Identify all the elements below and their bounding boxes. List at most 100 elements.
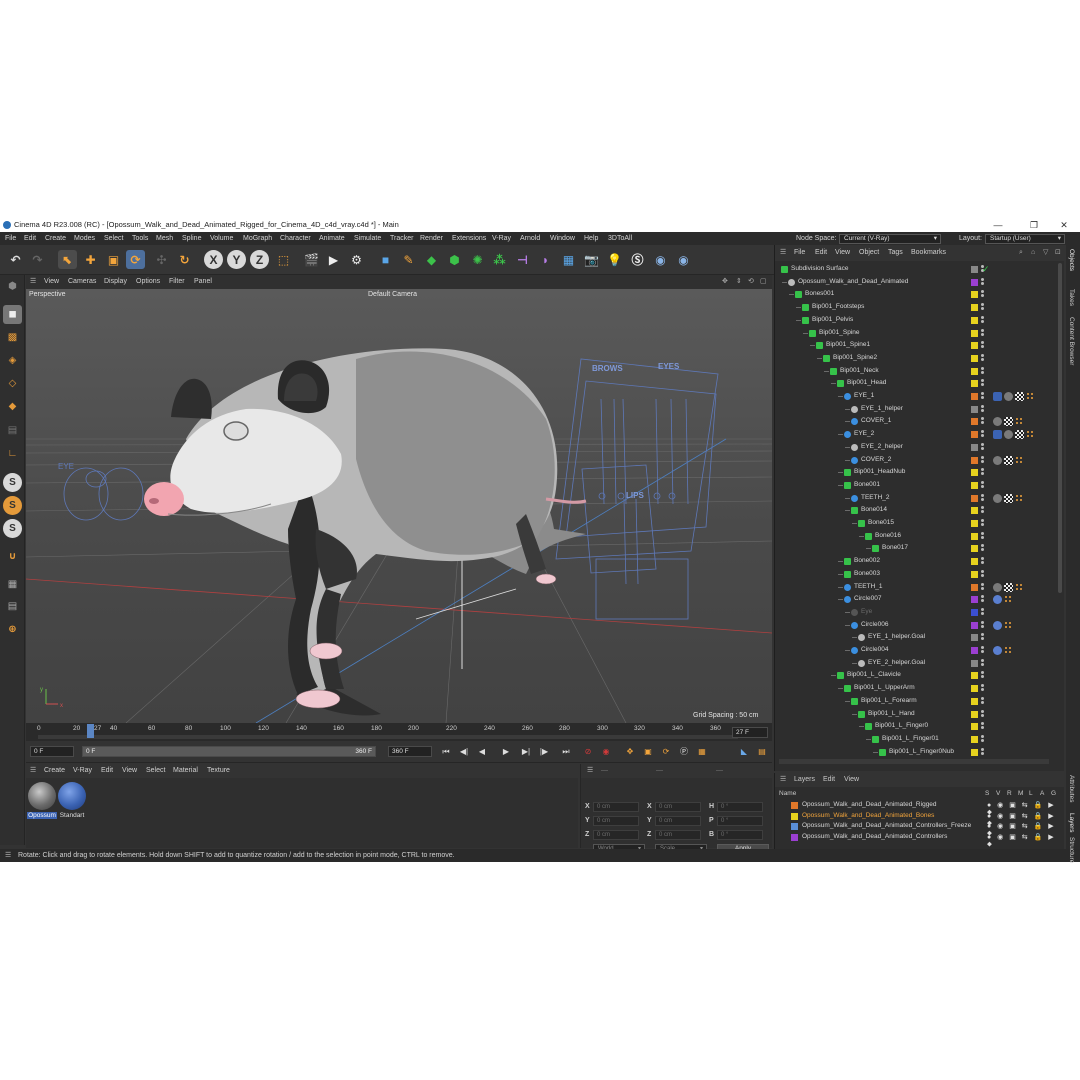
python-script-icon[interactable]: ◉ xyxy=(674,250,693,269)
menu-animate[interactable]: Animate xyxy=(319,232,345,245)
menu-extensions[interactable]: Extensions xyxy=(452,232,486,245)
visibility-dots[interactable] xyxy=(981,557,984,566)
deformer-icon[interactable]: ⊣ xyxy=(513,250,532,269)
vertex-map-tag-icon[interactable] xyxy=(1004,646,1013,655)
object-name[interactable]: Subdivision Surface xyxy=(791,263,848,276)
layer-color-swatch[interactable] xyxy=(971,545,978,553)
extrude-icon[interactable]: ⬢ xyxy=(445,250,464,269)
snap-s-icon[interactable]: S xyxy=(3,473,22,492)
key-scale-icon[interactable]: ▣ xyxy=(642,746,654,758)
menu-modes[interactable]: Modes xyxy=(74,232,95,245)
visibility-dots[interactable] xyxy=(981,455,984,465)
object-row[interactable]: Circle007 xyxy=(775,593,1055,606)
object-name[interactable]: Bip001_Spine xyxy=(819,327,859,340)
viewport-menu-view[interactable]: View xyxy=(44,275,59,289)
tab-objects[interactable]: Objects xyxy=(1068,249,1075,271)
layer-panel-icon[interactable]: ☰ xyxy=(780,773,786,787)
record-icon[interactable]: ⊘ xyxy=(582,746,594,758)
layer-color-swatch[interactable] xyxy=(971,520,978,527)
material-menu-create[interactable]: Create xyxy=(44,764,65,778)
start-frame-field[interactable]: 0 F xyxy=(30,746,74,757)
material-swatch-opossum[interactable] xyxy=(28,782,56,810)
object-name[interactable]: Circle006 xyxy=(861,619,888,632)
tab-content-browser[interactable]: Content Browser xyxy=(1068,317,1075,365)
layer-color-swatch[interactable] xyxy=(971,494,978,502)
visibility-dots[interactable] xyxy=(981,684,984,693)
visibility-dots[interactable] xyxy=(981,747,984,757)
object-name[interactable]: Bip001_HeadNub xyxy=(854,466,905,479)
visibility-dots[interactable] xyxy=(981,696,984,706)
object-name[interactable]: Bone017 xyxy=(882,542,908,555)
viewport-layout-icon[interactable]: ▢ xyxy=(760,275,767,289)
visibility-dots[interactable] xyxy=(981,341,984,350)
object-menu-bookmarks[interactable]: Bookmarks xyxy=(911,245,946,261)
next-key-icon[interactable]: |▶ xyxy=(538,746,550,758)
texture-tag-icon[interactable] xyxy=(1015,430,1024,440)
object-name[interactable]: COVER_1 xyxy=(861,415,891,428)
material-menu-vray[interactable]: V-Ray xyxy=(73,764,92,778)
layer-name[interactable]: Opossum_Walk_and_Dead_Animated_Controlle… xyxy=(802,821,971,832)
menu-render[interactable]: Render xyxy=(420,232,443,245)
object-name[interactable]: EYE_2_helper xyxy=(861,441,903,454)
viewport-move-icon[interactable]: ✥ xyxy=(722,275,728,289)
redo-icon[interactable]: ↷ xyxy=(28,250,47,269)
visibility-dots[interactable] xyxy=(981,404,984,414)
menu-arnold[interactable]: Arnold xyxy=(520,232,540,245)
object-row[interactable]: EYE_1_helper xyxy=(775,403,1055,416)
visibility-dots[interactable] xyxy=(981,430,984,439)
go-to-start-icon[interactable]: ⏮ xyxy=(440,746,452,758)
visibility-dots[interactable] xyxy=(981,531,984,541)
object-row[interactable]: Bone017 xyxy=(775,542,1055,555)
layer-color-swatch[interactable] xyxy=(791,833,798,841)
object-row[interactable]: Bip001_Pelvis xyxy=(775,314,1055,327)
current-frame-field[interactable]: 27 F xyxy=(732,727,768,738)
object-scrollbar[interactable] xyxy=(1058,263,1062,593)
layer-color-swatch[interactable] xyxy=(971,354,978,362)
layer-color-swatch[interactable] xyxy=(971,367,978,375)
visibility-dots[interactable] xyxy=(981,595,984,604)
material-tag-icon[interactable] xyxy=(993,493,1002,503)
close-button[interactable]: ✕ xyxy=(1050,218,1078,232)
ik-tag-icon[interactable] xyxy=(993,430,1002,440)
layer-color-swatch[interactable] xyxy=(971,583,978,591)
menu-window[interactable]: Window xyxy=(550,232,575,245)
previous-key-icon[interactable]: ◀| xyxy=(458,746,470,758)
camera-icon[interactable]: 📷 xyxy=(582,250,601,269)
object-name[interactable]: Bone003 xyxy=(854,568,880,581)
visibility-dots[interactable] xyxy=(981,366,984,376)
light-icon[interactable]: 💡 xyxy=(605,250,624,269)
material-tag-icon[interactable] xyxy=(1004,430,1013,440)
end-frame-field[interactable]: 360 F xyxy=(388,746,432,757)
visibility-dots[interactable] xyxy=(981,734,984,744)
viewport-menu-filter[interactable]: Filter xyxy=(169,275,185,289)
layer-color-swatch[interactable] xyxy=(971,266,978,273)
visibility-dots[interactable] xyxy=(981,353,984,363)
layer-color-swatch[interactable] xyxy=(971,596,978,604)
object-row[interactable]: EYE_1_helper.Goal xyxy=(775,631,1055,644)
object-row[interactable]: Bip001_L_Clavicle xyxy=(775,669,1055,682)
visibility-dots[interactable] xyxy=(981,506,984,515)
recent-tool-icon[interactable]: ✣ xyxy=(152,250,171,269)
object-name[interactable]: TEETH_1 xyxy=(854,581,883,594)
menu-vray[interactable]: V-Ray xyxy=(492,232,511,245)
node-space-dropdown[interactable]: Current (V-Ray) xyxy=(839,234,941,244)
layer-color-swatch[interactable] xyxy=(971,431,978,439)
object-row[interactable]: Bone014 xyxy=(775,504,1055,517)
object-row[interactable]: Bone001 xyxy=(775,479,1055,492)
object-row[interactable]: Bip001_L_Hand xyxy=(775,708,1055,721)
object-row[interactable]: Bone003 xyxy=(775,568,1055,581)
object-filter-icon[interactable]: ▽ xyxy=(1043,245,1048,261)
object-name[interactable]: Bone001 xyxy=(854,479,880,492)
menu-mesh[interactable]: Mesh xyxy=(156,232,173,245)
layer-color-swatch[interactable] xyxy=(971,405,978,413)
object-name[interactable]: Bip001_Footsteps xyxy=(812,301,864,314)
menu-3dtoall[interactable]: 3DToAll xyxy=(608,232,632,245)
position-y-field[interactable]: 0 cm xyxy=(593,816,639,826)
camera-label[interactable]: Default Camera xyxy=(368,291,417,298)
layer-color-swatch[interactable] xyxy=(971,697,978,705)
visibility-dots[interactable] xyxy=(981,722,984,731)
layer-color-swatch[interactable] xyxy=(791,823,798,830)
object-row[interactable]: Bip001_L_Finger0 xyxy=(775,720,1055,733)
visibility-dots[interactable] xyxy=(981,620,984,630)
material-ball-tag-icon[interactable] xyxy=(993,646,1002,655)
